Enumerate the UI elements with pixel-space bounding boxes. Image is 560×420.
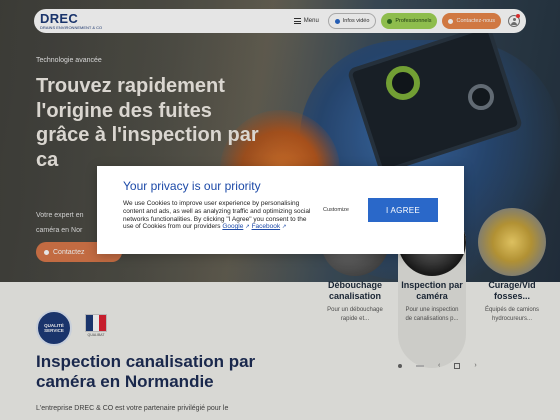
- google-link[interactable]: Google: [222, 223, 243, 230]
- cookie-text: We use Cookies to improve user experienc…: [123, 200, 315, 232]
- external-link-icon: ↗: [281, 224, 287, 231]
- facebook-link[interactable]: Facebook: [252, 223, 281, 230]
- customize-button[interactable]: Customize: [323, 207, 349, 213]
- external-link-icon: ↗: [245, 224, 250, 231]
- agree-button[interactable]: I AGREE: [368, 198, 438, 222]
- cookie-title: Your privacy is our priority: [123, 179, 261, 193]
- cookie-consent-dialog: Your privacy is our priority We use Cook…: [97, 166, 464, 254]
